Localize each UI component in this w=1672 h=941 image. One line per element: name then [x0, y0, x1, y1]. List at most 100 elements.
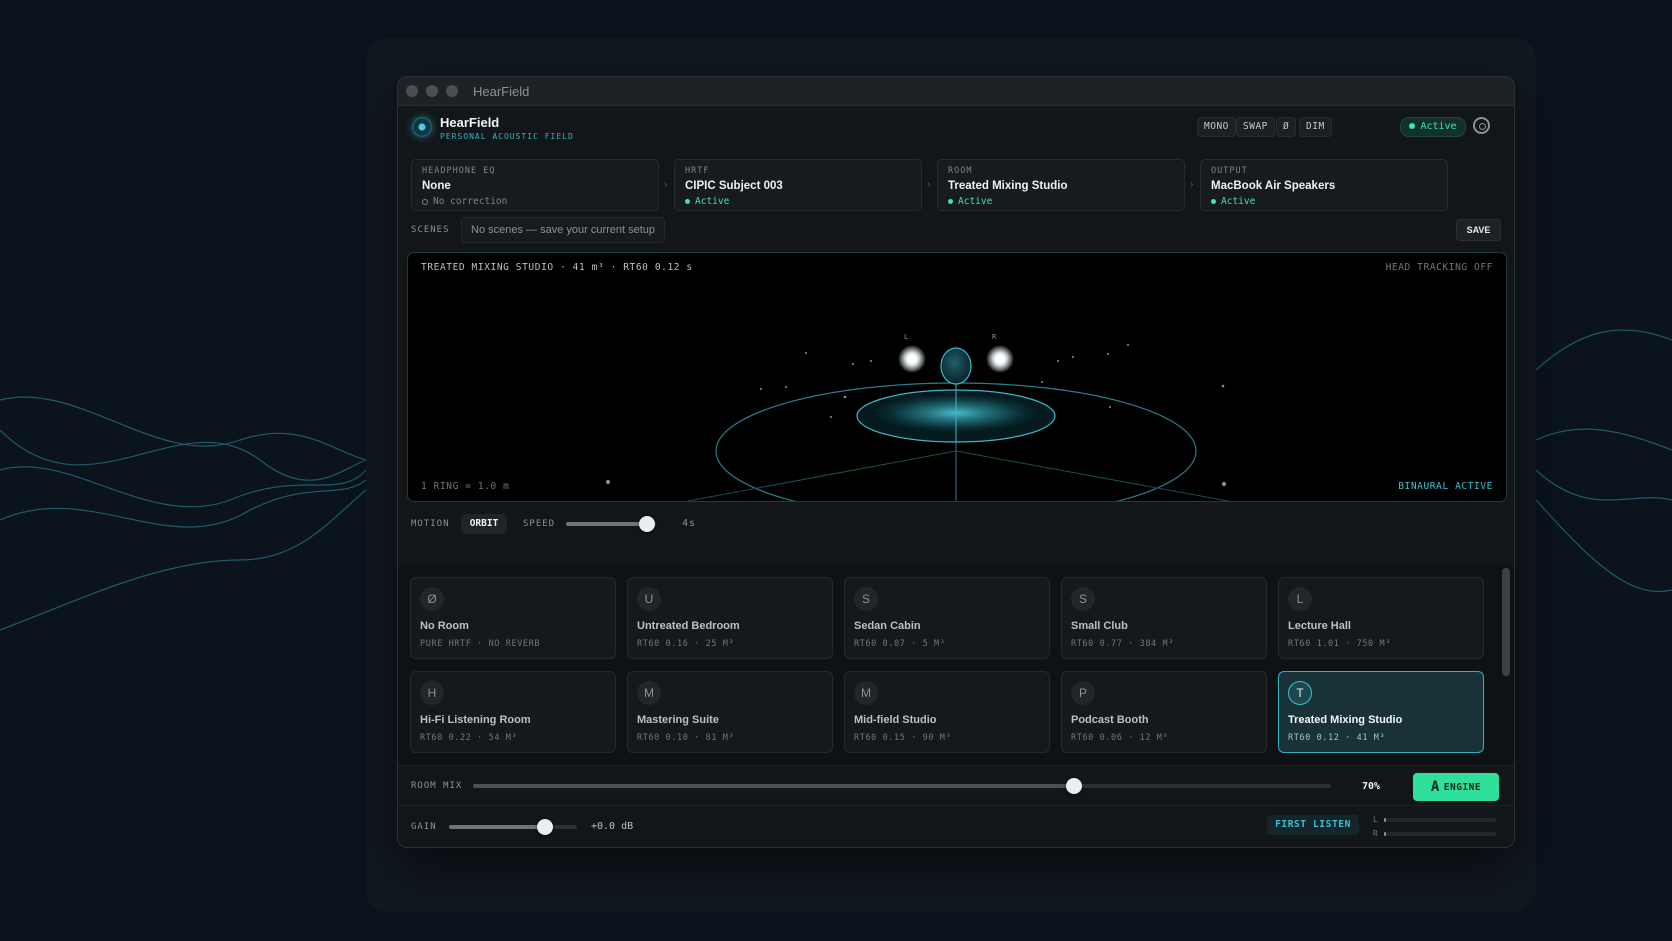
level-meter-left-fill — [1384, 818, 1387, 822]
room-mix-value: 70% — [1362, 781, 1381, 792]
room-meta: RT60 1.01 · 750 M³ — [1288, 639, 1391, 649]
room-name: Untreated Bedroom — [637, 620, 740, 632]
room-initial-icon: L — [1288, 587, 1312, 611]
room-meta: RT60 0.06 · 12 M³ — [1071, 733, 1169, 743]
chain-value: Treated Mixing Studio — [948, 180, 1068, 192]
room-mix-slider-fill — [473, 784, 1074, 788]
room-meta: RT60 0.77 · 384 M³ — [1071, 639, 1174, 649]
speed-slider-handle[interactable] — [639, 516, 655, 532]
logo-icon — [412, 117, 432, 137]
phase-invert-toggle[interactable]: Ø — [1276, 117, 1297, 137]
level-meter-right-fill — [1384, 832, 1387, 836]
chevron-right-icon: › — [927, 179, 931, 190]
room-name: Lecture Hall — [1288, 620, 1351, 632]
room-name: Small Club — [1071, 620, 1128, 632]
title-bar: HearField — [398, 77, 1514, 106]
room-info-label: TREATED MIXING STUDIO · 41 m³ · RT60 0.1… — [421, 262, 693, 273]
speed-value: 4s — [682, 518, 697, 529]
spatial-visualizer[interactable]: L R TREATED MIXING STUDIO · 41 m³ · RT60… — [407, 252, 1507, 502]
chain-output[interactable]: OUTPUT MacBook Air Speakers Active — [1200, 159, 1448, 211]
head-tracking-status: HEAD TRACKING OFF — [1385, 262, 1493, 273]
level-meter-left — [1384, 818, 1496, 822]
room-card[interactable]: S Small Club RT60 0.77 · 384 M³ — [1061, 577, 1267, 659]
chain-label: HRTF — [685, 166, 710, 176]
chain-value: None — [422, 180, 451, 192]
mono-toggle[interactable]: MONO — [1197, 117, 1236, 137]
app-name: HearField — [440, 115, 500, 130]
dim-toggle[interactable]: DIM — [1299, 117, 1332, 137]
chevron-right-icon: › — [1190, 179, 1194, 190]
room-card[interactable]: M Mastering Suite RT60 0.10 · 81 M³ — [627, 671, 833, 753]
motion-mode-orbit[interactable]: ORBIT — [461, 514, 507, 534]
save-scene-button[interactable]: SAVE — [1456, 219, 1501, 241]
speed-slider-fill — [566, 522, 647, 526]
room-mix-label: ROOM MIX — [411, 781, 463, 791]
chain-hrtf[interactable]: HRTF CIPIC Subject 003 Active — [674, 159, 922, 211]
room-card[interactable]: P Podcast Booth RT60 0.06 · 12 M³ — [1061, 671, 1267, 753]
meter-right-label: R — [1373, 829, 1378, 838]
room-meta: RT60 0.15 · 90 M³ — [854, 733, 952, 743]
room-meta: RT60 0.10 · 81 M³ — [637, 733, 735, 743]
chain-status: Active — [948, 196, 992, 207]
gain-slider-handle[interactable] — [537, 819, 553, 835]
speed-label: SPEED — [523, 519, 556, 529]
engine-status-badge: Active — [1400, 117, 1466, 137]
room-initial-icon: H — [420, 681, 444, 705]
room-card[interactable]: L Lecture Hall RT60 1.01 · 750 M³ — [1278, 577, 1484, 659]
chain-label: HEADPHONE EQ — [422, 166, 496, 176]
window-title: HearField — [473, 84, 530, 99]
room-mix-controls: ROOM MIX 70% A ENGINE — [398, 765, 1514, 806]
close-window-button[interactable] — [406, 85, 418, 97]
room-card[interactable]: U Untreated Bedroom RT60 0.16 · 25 M³ — [627, 577, 833, 659]
room-name: Mastering Suite — [637, 714, 719, 726]
gain-slider-fill — [449, 825, 545, 829]
room-card[interactable]: S Sedan Cabin RT60 0.07 · 5 M³ — [844, 577, 1050, 659]
room-mix-slider-handle[interactable] — [1065, 778, 1082, 794]
first-listen-button[interactable]: FIRST LISTEN — [1267, 815, 1359, 835]
gain-value: +0.0 dB — [591, 821, 634, 832]
chain-status: Active — [1211, 196, 1255, 207]
gain-controls: GAIN +0.0 dB FIRST LISTEN L R — [398, 805, 1514, 847]
room-card[interactable]: M Mid-field Studio RT60 0.15 · 90 M³ — [844, 671, 1050, 753]
app-window: HearField HearField PERSONAL ACOUSTIC FI… — [397, 76, 1515, 848]
app-subtitle: PERSONAL ACOUSTIC FIELD — [440, 132, 574, 141]
room-name: Treated Mixing Studio — [1288, 714, 1403, 726]
zoom-window-button[interactable] — [446, 85, 458, 97]
room-initial-icon: S — [854, 587, 878, 611]
room-card[interactable]: T Treated Mixing Studio RT60 0.12 · 41 M³ — [1278, 671, 1484, 753]
binaural-status: BINAURAL ACTIVE — [1398, 481, 1493, 492]
speaker-right-label: R — [992, 333, 997, 341]
chain-value: MacBook Air Speakers — [1211, 180, 1336, 192]
swap-toggle[interactable]: SWAP — [1236, 117, 1275, 137]
room-name: Sedan Cabin — [854, 620, 921, 632]
ab-engine-button[interactable]: A ENGINE — [1413, 773, 1499, 801]
scenes-label: SCENES — [411, 225, 450, 235]
listener-head — [940, 347, 972, 385]
chain-status: No correction — [422, 196, 507, 207]
settings-icon[interactable] — [1473, 117, 1490, 134]
chain-label: ROOM — [948, 166, 973, 176]
chain-status: Active — [685, 196, 729, 207]
chevron-right-icon: › — [664, 179, 668, 190]
meter-left-label: L — [1373, 815, 1378, 824]
chain-headphone-eq[interactable]: HEADPHONE EQ None No correction — [411, 159, 659, 211]
scenes-empty-state: No scenes — save your current setup — [461, 217, 666, 243]
room-card[interactable]: H Hi-Fi Listening Room RT60 0.22 · 54 M³ — [410, 671, 616, 753]
level-meter-right — [1384, 832, 1496, 836]
room-card[interactable]: Ø No Room PURE HRTF · NO REVERB — [410, 577, 616, 659]
chain-room[interactable]: ROOM Treated Mixing Studio Active — [937, 159, 1185, 211]
room-name: Podcast Booth — [1071, 714, 1149, 726]
app-header: HearField PERSONAL ACOUSTIC FIELD MONO S… — [398, 105, 1514, 155]
motion-controls: MOTION ORBIT SPEED 4s — [398, 505, 1514, 545]
room-grid-scrollbar[interactable] — [1502, 568, 1510, 676]
room-initial-icon: M — [637, 681, 661, 705]
room-meta: PURE HRTF · NO REVERB — [420, 639, 541, 649]
minimize-window-button[interactable] — [426, 85, 438, 97]
room-meta: RT60 0.16 · 25 M³ — [637, 639, 735, 649]
room-initial-icon: M — [854, 681, 878, 705]
room-name: Mid-field Studio — [854, 714, 937, 726]
room-name: Hi-Fi Listening Room — [420, 714, 531, 726]
room-initial-icon: P — [1071, 681, 1095, 705]
room-initial-icon: S — [1071, 587, 1095, 611]
room-meta: RT60 0.07 · 5 M³ — [854, 639, 946, 649]
